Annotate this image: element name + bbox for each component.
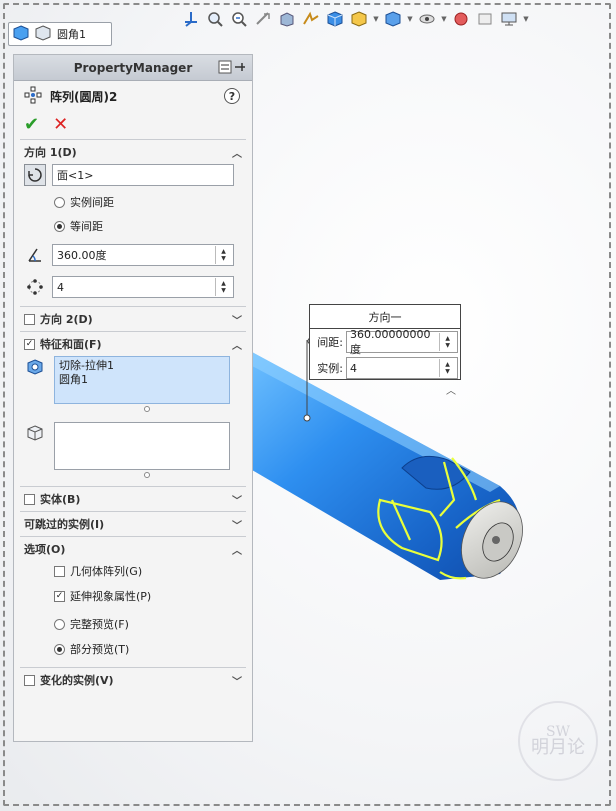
features-faces-checkbox[interactable]: ✓	[24, 338, 35, 350]
eye-icon[interactable]	[416, 8, 438, 30]
features-faces-group: ✓ 特征和面(F) ︿ 切除-拉伸1 圆角1	[20, 331, 246, 478]
features-to-pattern-icon	[24, 356, 46, 378]
view-cube-icon[interactable]	[324, 8, 346, 30]
chevron-down-icon[interactable]: ﹀	[230, 492, 244, 507]
equal-spacing-option[interactable]: 等间距	[20, 218, 246, 234]
callout-instances-row: 实例: 4 ▲ ▼	[310, 355, 460, 381]
instance-count-input[interactable]: 4 ▲ ▼	[52, 276, 234, 298]
callout-instances-input[interactable]: 4 ▲ ▼	[346, 357, 458, 379]
feature-tree-breadcrumb[interactable]: 圆角1	[8, 22, 112, 46]
pin-icon[interactable]	[234, 61, 246, 76]
bodies-header[interactable]: 实体(B) ﹀	[20, 487, 246, 511]
chevron-down-icon[interactable]: ▼	[372, 8, 380, 30]
axis-face-field[interactable]: 面<1>	[52, 164, 234, 186]
window-frame: ▼ ▼ ▼ ▼ 圆角1 PropertyManager 阵列(圆周)2 ? ✔	[0, 0, 616, 811]
view-toolbar: ▼ ▼ ▼ ▼	[180, 6, 530, 32]
zoom-fit-icon[interactable]	[204, 8, 226, 30]
chevron-down-icon[interactable]: ▼	[440, 8, 448, 30]
list-item[interactable]: 圆角1	[59, 373, 225, 387]
previous-view-icon[interactable]	[252, 8, 274, 30]
breadcrumb-label: 圆角1	[57, 28, 86, 41]
propagate-visual-option[interactable]: ✓ 延伸视象属性(P)	[20, 588, 246, 604]
fillet-feature-icon	[35, 24, 51, 44]
varying-instances-group: 变化的实例(V) ﹀	[20, 667, 246, 692]
display-style-icon[interactable]	[348, 8, 370, 30]
features-faces-header[interactable]: ✓ 特征和面(F) ︿	[20, 332, 246, 356]
section-view-icon[interactable]	[276, 8, 298, 30]
ok-checkmark-button[interactable]: ✔	[24, 116, 39, 134]
direction2-group: 方向 2(D) ﹀	[20, 306, 246, 331]
property-manager: PropertyManager 阵列(圆周)2 ? ✔ ✕ 方向 1(D) ︿ …	[13, 54, 253, 742]
feature-title: 阵列(圆周)2	[50, 89, 118, 104]
reverse-direction-icon[interactable]	[24, 164, 46, 186]
chevron-down-icon[interactable]: ﹀	[230, 312, 244, 327]
pm-title: 阵列(圆周)2 ?	[14, 81, 252, 111]
direction2-checkbox[interactable]	[24, 313, 35, 325]
full-preview-option[interactable]: 完整预览(F)	[20, 616, 246, 632]
chevron-up-icon[interactable]: ︿	[230, 542, 244, 557]
help-button[interactable]: ?	[224, 88, 240, 104]
chevron-down-icon[interactable]: ▼	[522, 8, 530, 30]
features-list[interactable]: 切除-拉伸1 圆角1	[54, 356, 230, 404]
chevron-down-icon[interactable]: ▼	[406, 8, 414, 30]
varying-instances-header[interactable]: 变化的实例(V) ﹀	[20, 668, 246, 692]
direction-callout: 方向一 间距: 360.00000000度 ▲ ▼ 实例: 4 ▲ ▼	[309, 304, 461, 380]
angle-spinner[interactable]: ▲ ▼	[215, 246, 231, 264]
hide-show-icon[interactable]	[382, 8, 404, 30]
pm-header: PropertyManager	[14, 55, 252, 81]
view-orientation-icon[interactable]	[180, 8, 202, 30]
scene-icon[interactable]	[474, 8, 496, 30]
resize-handle[interactable]	[144, 406, 150, 412]
callout-spacing-spinner[interactable]: ▲ ▼	[439, 333, 455, 351]
varying-instances-checkbox[interactable]	[24, 674, 35, 686]
pm-header-label: PropertyManager	[73, 60, 193, 75]
skip-instances-header[interactable]: 可跳过的实例(I) ﹀	[20, 512, 246, 536]
angle-icon	[24, 244, 46, 266]
part-icon	[13, 24, 29, 44]
watermark-logo: SW 明月论	[518, 701, 598, 781]
list-item[interactable]: 切除-拉伸1	[59, 359, 225, 373]
callout-instances-spinner[interactable]: ▲ ▼	[439, 359, 455, 377]
geometry-pattern-option[interactable]: 几何体阵列(G)	[20, 563, 246, 579]
angle-input[interactable]: 360.00度 ▲ ▼	[52, 244, 234, 266]
options-header[interactable]: 选项(O) ︿	[20, 537, 246, 561]
chevron-down-icon[interactable]: ﹀	[230, 517, 244, 532]
chevron-up-icon[interactable]: ︿	[230, 337, 244, 352]
dynamic-annotation-icon[interactable]	[300, 8, 322, 30]
faces-list[interactable]	[54, 422, 230, 470]
callout-title: 方向一	[310, 305, 460, 329]
zoom-area-icon[interactable]	[228, 8, 250, 30]
instance-count-icon	[24, 276, 46, 298]
monitor-icon[interactable]	[498, 8, 520, 30]
circular-pattern-icon	[24, 86, 42, 107]
callout-collapse-icon[interactable]: ︿	[446, 382, 456, 397]
callout-spacing-row: 间距: 360.00000000度 ▲ ▼	[310, 328, 460, 356]
skip-instances-group: 可跳过的实例(I) ﹀	[20, 511, 246, 536]
direction1-header[interactable]: 方向 1(D) ︿	[20, 140, 246, 164]
callout-spacing-input[interactable]: 360.00000000度 ▲ ▼	[346, 328, 458, 356]
partial-preview-option[interactable]: 部分预览(T)	[20, 641, 246, 657]
faces-to-pattern-icon	[24, 422, 46, 444]
bodies-group: 实体(B) ﹀	[20, 486, 246, 511]
count-spinner[interactable]: ▲ ▼	[215, 278, 231, 296]
direction2-header[interactable]: 方向 2(D) ﹀	[20, 307, 246, 331]
pm-actions: ✔ ✕	[14, 111, 252, 139]
direction1-group: 方向 1(D) ︿ 面<1> 实例间距 等间距 360.00度 ▲ ▼ 4 ▲ ▼	[20, 139, 246, 298]
bodies-checkbox[interactable]	[24, 493, 35, 505]
options-group: 选项(O) ︿ 几何体阵列(G) ✓ 延伸视象属性(P) 完整预览(F) 部分预览…	[20, 536, 246, 657]
resize-handle[interactable]	[144, 472, 150, 478]
appearance-icon[interactable]	[450, 8, 472, 30]
chevron-down-icon[interactable]: ﹀	[230, 673, 244, 688]
pm-tree-icon[interactable]	[218, 60, 232, 77]
instance-spacing-option[interactable]: 实例间距	[20, 194, 246, 210]
cancel-x-button[interactable]: ✕	[53, 116, 68, 134]
chevron-up-icon[interactable]: ︿	[230, 145, 244, 160]
